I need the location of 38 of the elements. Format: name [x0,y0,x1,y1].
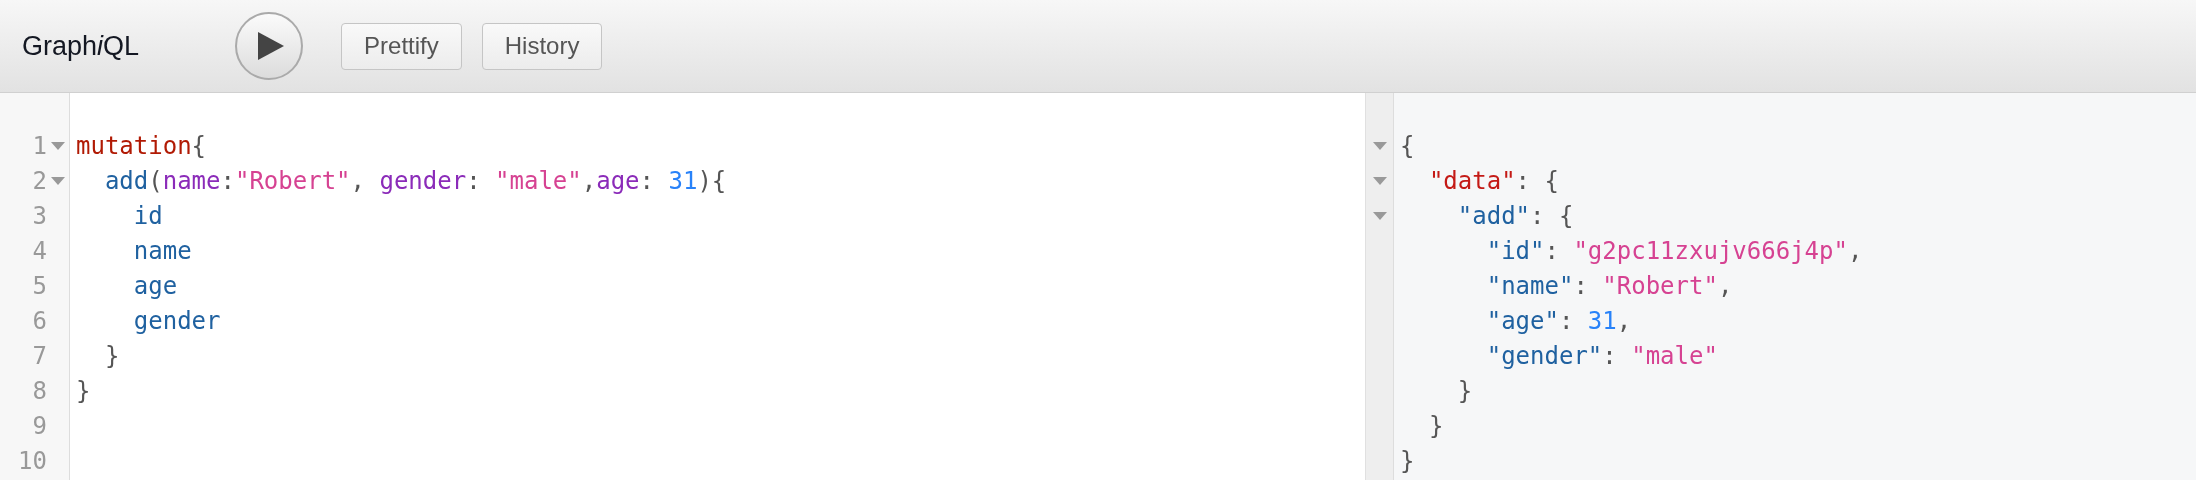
fold-arrow-icon[interactable] [1372,177,1387,186]
line-number: 10 [18,446,47,477]
code-line: name [132,237,192,265]
toolbar-button[interactable]: Prettify [341,22,462,70]
toolbar-button[interactable]: History [481,22,603,70]
fold-arrow-icon[interactable] [51,177,65,186]
code-line: gender [132,307,221,335]
fold-arrow-icon[interactable] [51,142,65,151]
code-line: add(name:"Robert", gender: "male",age: 31){ [103,167,727,195]
code-line: } [103,342,120,370]
code-line: "age": 31, [1485,307,1632,335]
line-number: 6 [32,306,47,337]
query-editor[interactable]: 1 2 3 4 5 6 7 8 9 10 mutation{ add(name:"Robert", gender: "male",age: 31){ id name age gender } } [0,93,1366,480]
code-line: { [1400,132,1415,160]
code-line: } [1400,447,1415,475]
fold-arrow-icon[interactable] [1372,212,1387,221]
code-line: "name": "Robert", [1485,272,1733,300]
code-line: } [1456,377,1473,405]
code-line: "data": { [1427,167,1559,195]
line-number: 1 [32,131,47,162]
code-line: } [76,377,91,405]
code-line: mutation{ [76,132,207,160]
line-number: 8 [32,376,47,407]
line-number: 9 [32,411,47,442]
code-line: "id": "g2pc11zxujv666j4p", [1485,237,1863,265]
line-number: 4 [32,236,47,267]
line-number: 2 [32,166,47,197]
code-line: age [132,272,178,300]
code-line: } [1427,412,1444,440]
play-icon [258,32,285,60]
line-number: 3 [32,201,47,232]
fold-arrow-icon[interactable] [1372,142,1387,151]
line-number: 7 [32,341,47,372]
code-line: "add": { [1456,202,1574,230]
code-line: id [132,202,163,230]
code-line: "gender": "male" [1485,342,1718,370]
line-number: 5 [32,271,47,302]
app-title: GraphiQL [22,29,140,63]
